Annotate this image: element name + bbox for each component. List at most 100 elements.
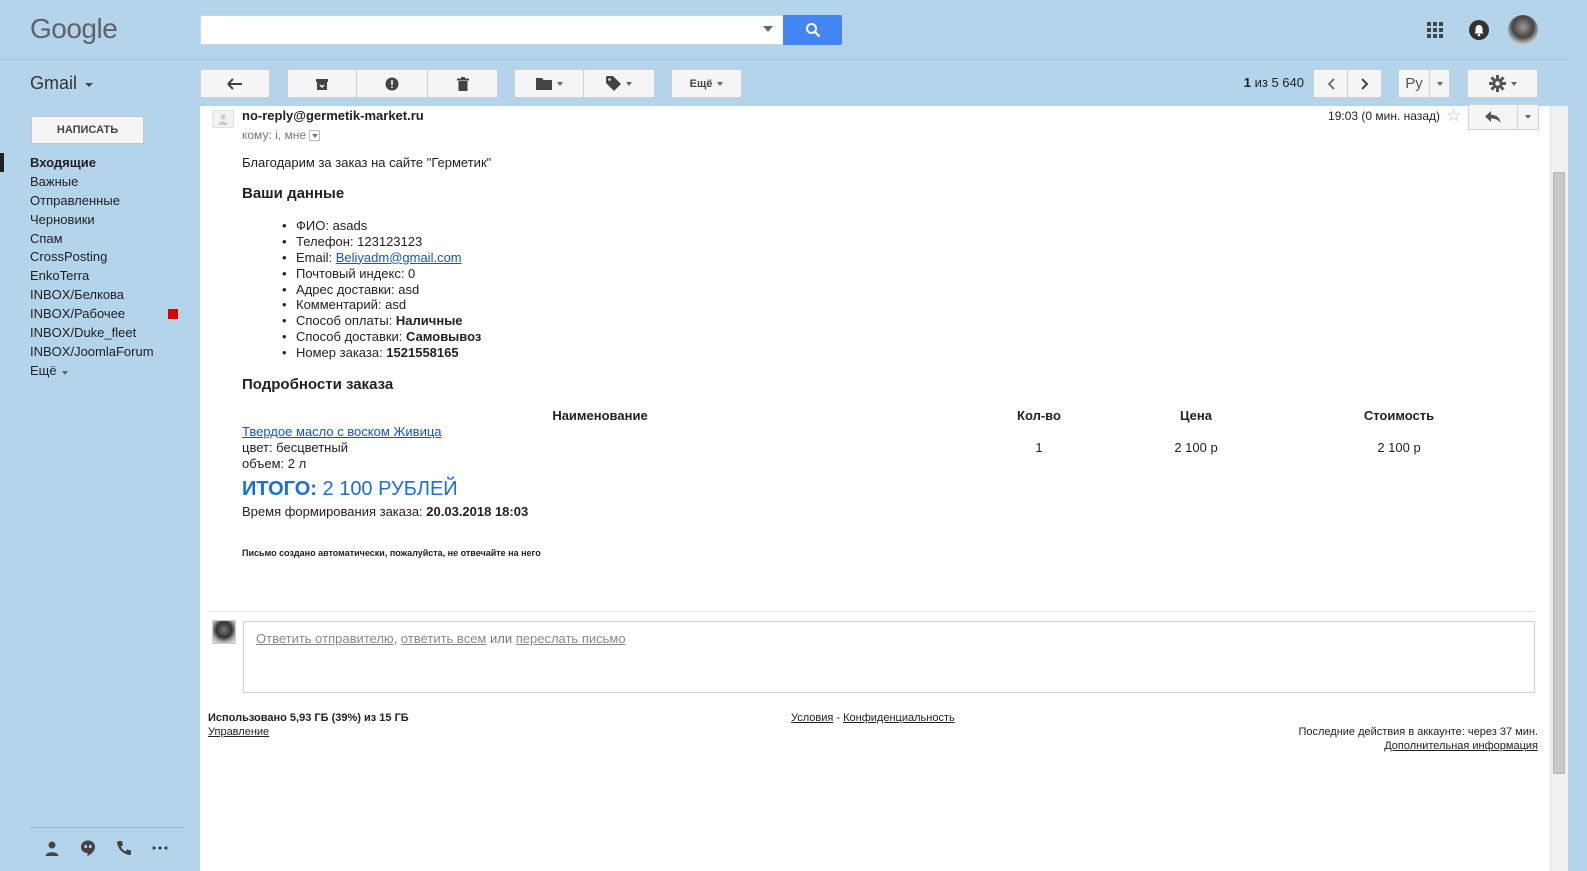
separator-text: , xyxy=(393,631,401,646)
input-language-label: Ру xyxy=(1405,75,1423,92)
quick-reply-box[interactable]: Ответить отправителю, ответить всем или … xyxy=(243,621,1535,693)
show-details-toggle[interactable] xyxy=(309,130,320,142)
sidebar-item-more[interactable]: Ещё xyxy=(0,361,200,380)
reply-sender-link[interactable]: Ответить отправителю xyxy=(256,631,394,646)
field-value: 123123123 xyxy=(357,233,423,249)
report-spam-button[interactable] xyxy=(356,69,428,98)
list-item: ФИО: asads xyxy=(282,218,481,234)
field-value: asads xyxy=(332,218,368,233)
storage-usage: Использовано 5,93 ГБ (39%) из 15 ГБ xyxy=(208,712,409,724)
order-details-heading: Подробности заказа xyxy=(242,376,394,393)
field-label: Email: xyxy=(296,249,336,265)
message-time: 19:03 (0 мин. назад) xyxy=(1328,109,1440,123)
manage-storage-link[interactable]: Управление xyxy=(208,726,269,738)
or-text: или xyxy=(486,631,516,646)
account-avatar[interactable] xyxy=(1508,15,1538,45)
reply-button[interactable] xyxy=(1468,104,1518,130)
field-label: Номер заказа: xyxy=(296,345,387,361)
sidebar: НАПИСАТЬ Входящие Важные Отправленные Че… xyxy=(0,106,200,871)
chevron-down-icon[interactable] xyxy=(85,83,93,87)
contacts-person-icon[interactable] xyxy=(44,840,60,856)
sidebar-item-crossposting[interactable]: CrossPosting xyxy=(0,247,200,266)
sidebar-item-inbox-duke-fleet[interactable]: INBOX/Duke_fleet xyxy=(0,323,200,342)
list-item: Телефон: 123123123 xyxy=(282,234,481,250)
delete-button[interactable] xyxy=(427,69,498,98)
storage-info: Использовано 5,93 ГБ (39%) из 15 ГБ Упра… xyxy=(208,712,409,738)
labels-button[interactable] xyxy=(583,69,655,98)
sender-avatar xyxy=(212,110,234,128)
dash-separator: - xyxy=(833,712,844,724)
sidebar-item-inbox-joomlaforum[interactable]: INBOX/JoomlaForum xyxy=(0,342,200,361)
sidebar-item-drafts[interactable]: Черновики xyxy=(0,210,200,229)
total-label: ИТОГО: xyxy=(242,478,317,500)
field-value: asd xyxy=(398,281,420,297)
sidebar-item-spam[interactable]: Спам xyxy=(0,229,200,248)
gmail-menu[interactable]: Gmail xyxy=(30,73,77,94)
sidebar-item-enkoterra[interactable]: EnkoTerra xyxy=(0,266,200,285)
sidebar-item-sent[interactable]: Отправленные xyxy=(0,191,200,210)
field-label: Почтовый индекс: xyxy=(296,265,409,281)
move-to-button[interactable] xyxy=(514,69,584,98)
archive-button[interactable] xyxy=(287,69,357,98)
details-link[interactable]: Дополнительная информация xyxy=(1384,740,1538,752)
divider xyxy=(208,611,1534,612)
sidebar-item-label: Важные xyxy=(30,173,79,189)
email-link[interactable]: Beliyadm@gmail.com xyxy=(336,250,462,265)
reply-all-link[interactable]: ответить всем xyxy=(401,631,486,646)
field-value: 1521558165 xyxy=(386,345,459,361)
apps-grid-icon[interactable] xyxy=(1427,22,1443,38)
person-placeholder-icon xyxy=(218,114,228,125)
terms-link[interactable]: Условия xyxy=(791,712,833,724)
search-button[interactable] xyxy=(783,15,842,45)
sidebar-item-label: Черновики xyxy=(30,211,95,227)
more-actions-button[interactable]: Ещё xyxy=(671,69,742,98)
settings-button[interactable] xyxy=(1467,69,1538,98)
sidebar-footer xyxy=(30,827,184,867)
customer-data-list: ФИО: asads Телефон: 123123123 Email: Bel… xyxy=(282,218,481,361)
sidebar-item-important[interactable]: Важные xyxy=(0,172,200,191)
scrollbar-thumb[interactable] xyxy=(1553,172,1565,774)
list-item: Комментарий: asd xyxy=(282,297,481,313)
sidebar-item-inbox[interactable]: Входящие xyxy=(0,153,200,172)
count-text: из 5 640 xyxy=(1251,75,1304,90)
list-item: Способ доставки: Самовывоз xyxy=(282,329,481,345)
forward-link[interactable]: переслать письмо xyxy=(516,631,626,646)
more-dots-icon[interactable] xyxy=(152,840,168,856)
account-activity: Последние действия в аккаунте: через 37 … xyxy=(1298,726,1538,752)
sidebar-item-inbox-belkova[interactable]: INBOX/Белкова xyxy=(0,285,200,304)
product-link[interactable]: Твердое масло с воском Живица xyxy=(242,424,442,439)
order-total: ИТОГО: 2 100 РУБЛЕЙ xyxy=(242,478,458,501)
table-header: Наименование xyxy=(552,408,648,423)
star-icon[interactable]: ☆ xyxy=(1446,106,1461,126)
list-item: Номер заказа: 1521558165 xyxy=(282,345,481,361)
chevron-down-icon xyxy=(1525,115,1531,119)
message-view: no-reply@germetik-market.ru кому: i, мне… xyxy=(200,104,1550,871)
search-options-caret-icon[interactable] xyxy=(763,26,773,32)
toolbar: Gmail Ещё 1 из 5 640 Ру xyxy=(0,59,1587,106)
phone-icon[interactable] xyxy=(116,840,132,856)
list-item: Способ оплаты: Наличные xyxy=(282,313,481,329)
back-button[interactable] xyxy=(200,69,270,98)
label-color-swatch[interactable] xyxy=(168,309,178,320)
older-button[interactable] xyxy=(1347,69,1382,98)
sidebar-item-inbox-rabochee[interactable]: INBOX/Рабочее xyxy=(0,304,200,323)
label-tag-icon xyxy=(606,76,621,91)
list-item: Почтовый индекс: 0 xyxy=(282,266,481,282)
field-label: Адрес доставки: xyxy=(296,281,399,297)
search-input[interactable] xyxy=(200,15,784,45)
table-header: Кол-во xyxy=(1017,408,1061,423)
hangouts-quote-icon[interactable] xyxy=(80,840,96,856)
privacy-link[interactable]: Конфиденциальность xyxy=(843,712,955,724)
notifications-bell-icon[interactable] xyxy=(1469,20,1489,40)
input-language-dropdown[interactable] xyxy=(1429,69,1450,98)
formed-value: 20.03.2018 18:03 xyxy=(426,504,529,519)
chevron-right-icon xyxy=(1360,77,1368,90)
compose-button[interactable]: НАПИСАТЬ xyxy=(31,116,144,144)
sidebar-item-label: Входящие xyxy=(30,155,96,170)
google-logo[interactable]: Google xyxy=(30,13,118,45)
chevron-left-icon xyxy=(1327,77,1335,90)
newer-button[interactable] xyxy=(1313,69,1348,98)
more-reply-options-button[interactable] xyxy=(1517,104,1539,130)
sender-address[interactable]: no-reply@germetik-market.ru xyxy=(242,108,424,123)
input-language-button[interactable]: Ру xyxy=(1398,69,1430,98)
